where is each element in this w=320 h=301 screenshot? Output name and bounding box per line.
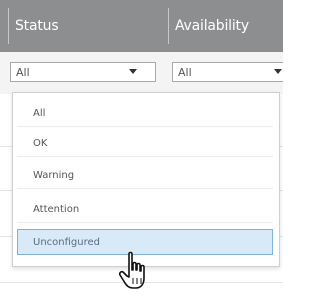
availability-filter-value: All bbox=[178, 65, 192, 79]
filter-row: All All bbox=[0, 52, 283, 94]
dropdown-option-ok[interactable]: OK bbox=[17, 131, 273, 157]
chevron-down-icon bbox=[274, 69, 282, 74]
availability-filter-select[interactable]: All bbox=[172, 62, 283, 82]
column-divider[interactable] bbox=[168, 8, 169, 44]
column-divider[interactable] bbox=[8, 8, 9, 44]
column-header-availability[interactable]: Availability bbox=[175, 0, 283, 52]
dropdown-option-attention[interactable]: Attention bbox=[17, 197, 273, 223]
status-filter-value: All bbox=[16, 65, 30, 79]
status-dropdown-list[interactable]: All OK Warning Attention Unconfigured bbox=[12, 92, 280, 267]
screen: Status Availability All All All OK Warni… bbox=[0, 0, 283, 301]
dropdown-option-all[interactable]: All bbox=[17, 101, 273, 127]
table-header: Status Availability bbox=[0, 0, 283, 52]
dropdown-option-warning[interactable]: Warning bbox=[17, 163, 273, 189]
column-header-status[interactable]: Status bbox=[15, 0, 165, 52]
chevron-down-icon bbox=[129, 69, 137, 74]
status-filter-select[interactable]: All bbox=[10, 62, 156, 82]
hand-pointer-icon bbox=[118, 251, 145, 289]
